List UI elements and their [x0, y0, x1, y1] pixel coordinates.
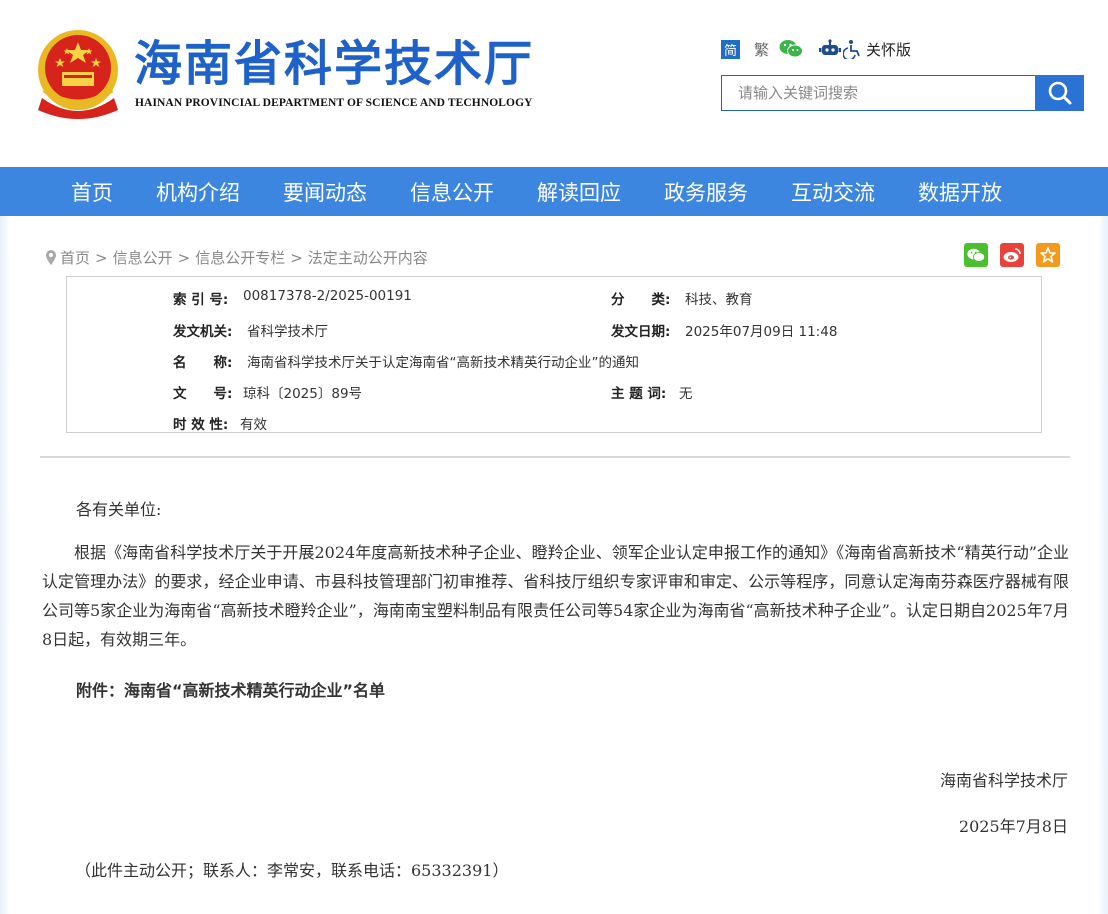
- search-bar: [721, 75, 1084, 111]
- breadcrumb-separator: >: [177, 248, 191, 267]
- article-signer: 海南省科学技术厅: [939, 771, 1068, 790]
- index-number-value: 00817378-2/2025-00191: [243, 288, 412, 304]
- document-name-value: 海南省科学技术厅关于认定海南省“高新技术精英行动企业”的通知: [247, 355, 639, 371]
- site-subtitle: HAINAN PROVINCIAL DEPARTMENT OF SCIENCE …: [135, 97, 533, 109]
- category-value: 科技、教育: [685, 292, 753, 308]
- issuer-label: 发文机关:: [173, 324, 233, 340]
- content-area: 首页 > 信息公开 > 信息公开专栏 > 法定主动公开内容 索 引 号: 008…: [0, 216, 1108, 914]
- validity-label: 时 效 性:: [173, 417, 229, 433]
- nav-item-news[interactable]: 要闻动态: [283, 177, 367, 207]
- breadcrumb-separator: >: [95, 248, 108, 267]
- search-input[interactable]: [721, 75, 1035, 111]
- nav-item-interaction[interactable]: 互动交流: [791, 177, 875, 207]
- content-divider: [40, 456, 1070, 458]
- document-number-value: 琼科〔2025〕89号: [243, 386, 363, 402]
- nav-item-interpretation[interactable]: 解读回应: [537, 177, 621, 207]
- accessibility-care-icon[interactable]: [843, 39, 863, 59]
- category-label: 分 类:: [611, 292, 671, 308]
- breadcrumb-statutory-content[interactable]: 法定主动公开内容: [308, 247, 428, 268]
- traditional-chinese-toggle[interactable]: 繁: [754, 39, 769, 60]
- attachment-link[interactable]: 附件：海南省“高新技术精英行动企业”名单: [76, 677, 385, 701]
- add-favorite-button[interactable]: [1036, 243, 1060, 267]
- article-salutation: 各有关单位:: [76, 500, 162, 519]
- share-wechat-button[interactable]: [964, 243, 988, 267]
- keywords-value: 无: [679, 386, 693, 402]
- simplified-chinese-toggle[interactable]: 简: [721, 39, 740, 59]
- document-metadata-box: 索 引 号: 00817378-2/2025-00191 分 类: 科技、教育 …: [66, 276, 1042, 433]
- article-sign-date: 2025年7月8日: [958, 817, 1068, 836]
- breadcrumb-disclosure[interactable]: 信息公开: [113, 247, 173, 268]
- wechat-icon: [967, 248, 985, 262]
- issue-date-label: 发文日期:: [611, 324, 671, 340]
- nav-item-disclosure[interactable]: 信息公开: [410, 177, 494, 207]
- nav-item-open-data[interactable]: 数据开放: [918, 177, 1002, 207]
- issue-date-value: 2025年07月09日 11:48: [685, 324, 838, 340]
- weibo-icon: [1003, 248, 1021, 262]
- header-tools: 简 繁 关怀版: [721, 36, 911, 62]
- wechat-icon[interactable]: [779, 39, 804, 59]
- nav-item-home[interactable]: 首页: [71, 177, 113, 207]
- breadcrumb-disclosure-column[interactable]: 信息公开专栏: [195, 247, 285, 268]
- keywords-label: 主 题 词:: [611, 386, 667, 402]
- site-header: 海南省科学技术厅 HAINAN PROVINCIAL DEPARTMENT OF…: [0, 0, 1108, 167]
- nav-item-organization[interactable]: 机构介绍: [156, 177, 240, 207]
- share-bar: [964, 243, 1072, 267]
- breadcrumb-separator: >: [290, 248, 303, 267]
- search-button[interactable]: [1035, 75, 1084, 111]
- article-contact: （此件主动公开；联系人：李常安，联系电话：65332391）: [75, 861, 509, 880]
- share-weibo-button[interactable]: [1000, 243, 1024, 267]
- robot-icon[interactable]: [819, 39, 842, 59]
- star-icon: [1040, 247, 1056, 263]
- nav-item-services[interactable]: 政务服务: [664, 177, 748, 207]
- location-pin-icon: [46, 250, 56, 265]
- national-emblem-icon: [38, 30, 118, 119]
- main-nav: 首页 机构介绍 要闻动态 信息公开 解读回应 政务服务 互动交流 数据开放: [0, 167, 1108, 216]
- index-number-label: 索 引 号:: [173, 292, 229, 308]
- site-title: 海南省科学技术厅: [134, 36, 535, 92]
- breadcrumb-home[interactable]: 首页: [60, 247, 90, 268]
- document-name-label: 名 称:: [173, 355, 233, 371]
- document-number-label: 文 号:: [173, 386, 233, 402]
- search-icon: [1048, 81, 1071, 105]
- breadcrumb: 首页 > 信息公开 > 信息公开专栏 > 法定主动公开内容: [45, 247, 428, 268]
- care-mode-link[interactable]: 关怀版: [866, 39, 911, 60]
- issuer-value: 省科学技术厅: [247, 324, 328, 340]
- article-paragraph: 根据《海南省科学技术厅关于开展2024年度高新技术种子企业、瞪羚企业、领军企业认…: [42, 543, 1069, 649]
- validity-value: 有效: [240, 417, 267, 433]
